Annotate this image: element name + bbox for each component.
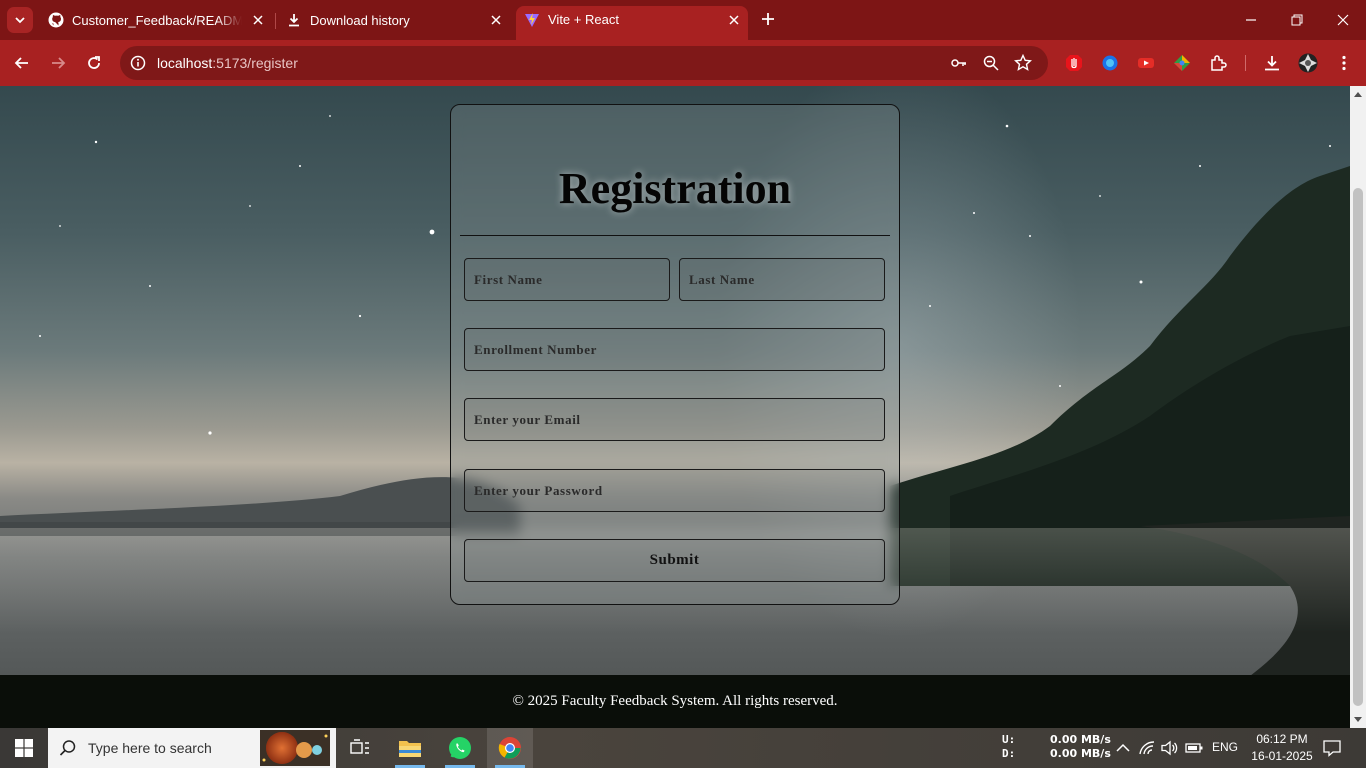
download-icon[interactable] (1262, 53, 1282, 73)
scrollbar-thumb[interactable] (1353, 188, 1363, 706)
forward-button[interactable] (46, 51, 70, 75)
vite-icon (524, 12, 540, 28)
toolbar-divider (1245, 55, 1246, 71)
tab-vite-react[interactable]: Vite + React (516, 6, 748, 40)
url-text[interactable]: localhost:5173/register (157, 55, 298, 71)
last-name-input[interactable] (679, 258, 885, 301)
folder-icon (399, 741, 421, 757)
tab-download-history[interactable]: Download history (278, 6, 510, 34)
extension-blue-icon[interactable] (1100, 53, 1120, 73)
chevron-down-icon (15, 17, 25, 24)
tab-github-readme[interactable]: Customer_Feedback/README.m (40, 6, 272, 34)
url-path: :5173/register (212, 55, 298, 71)
restore-button[interactable] (1274, 0, 1320, 40)
form-title: Registration (558, 164, 792, 213)
password-input[interactable] (464, 469, 885, 512)
input-language[interactable]: ENG (1212, 740, 1238, 754)
close-icon[interactable] (250, 12, 266, 28)
extension-video-icon[interactable] (1136, 53, 1156, 73)
start-button[interactable] (0, 728, 48, 768)
extension-adblock-icon[interactable] (1064, 53, 1084, 73)
browser-toolbar: localhost:5173/register (0, 40, 1366, 86)
network-labels: U: D: (1002, 733, 1015, 761)
tab-divider (275, 13, 276, 29)
show-hidden-icons-chevron-icon[interactable] (1114, 739, 1132, 757)
taskbar-chrome[interactable] (487, 728, 533, 768)
extensions-puzzle-icon[interactable] (1208, 53, 1228, 73)
github-icon (48, 12, 64, 28)
tab-label: Customer_Feedback/README.m (72, 12, 242, 28)
reload-icon (88, 56, 100, 69)
star-icon[interactable] (1014, 54, 1032, 72)
info-icon[interactable] (130, 55, 146, 71)
minimize-button[interactable] (1228, 0, 1274, 40)
wifi-icon[interactable] (1138, 739, 1156, 757)
scroll-up-arrow-icon[interactable] (1350, 86, 1366, 102)
profile-avatar-icon[interactable] (1298, 53, 1318, 73)
net-up-value: 0.00 MB/s (1050, 733, 1111, 746)
download-icon (286, 12, 302, 28)
net-down-label: D: (1002, 747, 1016, 760)
tab-search-button[interactable] (7, 7, 33, 33)
scroll-down-arrow-icon[interactable] (1350, 712, 1366, 728)
windows-logo-icon (15, 739, 33, 757)
taskbar-file-explorer[interactable] (387, 728, 433, 768)
close-icon[interactable] (726, 12, 742, 28)
volume-icon[interactable] (1161, 739, 1179, 757)
battery-icon[interactable] (1185, 739, 1203, 757)
reload-button[interactable] (82, 51, 106, 75)
plus-icon (762, 13, 774, 25)
close-icon[interactable] (488, 12, 504, 28)
vertical-scrollbar[interactable] (1350, 86, 1366, 728)
search-icon (48, 739, 88, 757)
windows-taskbar: Type here to search U: D: 0.00 MB/s 0.00… (0, 728, 1366, 768)
network-speed: 0.00 MB/s 0.00 MB/s (1050, 733, 1111, 761)
new-tab-button[interactable] (757, 8, 779, 30)
arrow-left-icon (14, 57, 28, 69)
chrome-icon (498, 737, 521, 759)
search-placeholder: Type here to search (88, 740, 212, 756)
minimize-icon (1246, 19, 1256, 21)
title-divider (460, 235, 890, 236)
arrow-right-icon (52, 57, 66, 69)
key-icon[interactable] (950, 54, 968, 72)
clock-time: 06:12 PM (1256, 732, 1308, 746)
email-input[interactable] (464, 398, 885, 441)
search-highlight-planets-icon (260, 730, 330, 766)
zoom-icon[interactable] (982, 54, 1000, 72)
extension-colorful-icon[interactable] (1172, 53, 1192, 73)
tab-label: Download history (310, 12, 410, 28)
copyright-text: © 2025 Faculty Feedback System. All righ… (512, 693, 838, 709)
taskbar-whatsapp[interactable] (437, 728, 483, 768)
browser-tab-strip: Customer_Feedback/README.m Download hist… (0, 0, 1366, 40)
menu-kebab-icon[interactable] (1334, 53, 1354, 73)
tab-label: Vite + React (548, 12, 619, 27)
page-footer: © 2025 Faculty Feedback System. All righ… (0, 675, 1350, 728)
close-window-button[interactable] (1320, 0, 1366, 40)
page-viewport: Registration Submit © 2025 Faculty Feedb… (0, 86, 1350, 728)
net-up-label: U: (1002, 733, 1016, 746)
task-view-icon (350, 739, 369, 754)
close-icon (1337, 14, 1349, 26)
address-bar[interactable]: localhost:5173/register (120, 46, 1048, 80)
enrollment-number-input[interactable] (464, 328, 885, 371)
restore-icon (1291, 14, 1303, 26)
system-clock[interactable]: 06:12 PM 16-01-2025 (1250, 731, 1314, 765)
registration-form: Registration Submit (450, 104, 900, 605)
clock-date: 16-01-2025 (1251, 749, 1313, 763)
hill-silhouette (0, 477, 520, 536)
notification-center-icon[interactable] (1322, 738, 1342, 758)
net-down-value: 0.00 MB/s (1050, 747, 1111, 760)
whatsapp-icon (449, 737, 471, 759)
task-view-button[interactable] (337, 728, 383, 768)
url-host: localhost (157, 55, 213, 71)
submit-button[interactable]: Submit (464, 539, 885, 582)
taskbar-search-box[interactable]: Type here to search (48, 728, 336, 768)
first-name-input[interactable] (464, 258, 670, 301)
back-button[interactable] (10, 51, 34, 75)
